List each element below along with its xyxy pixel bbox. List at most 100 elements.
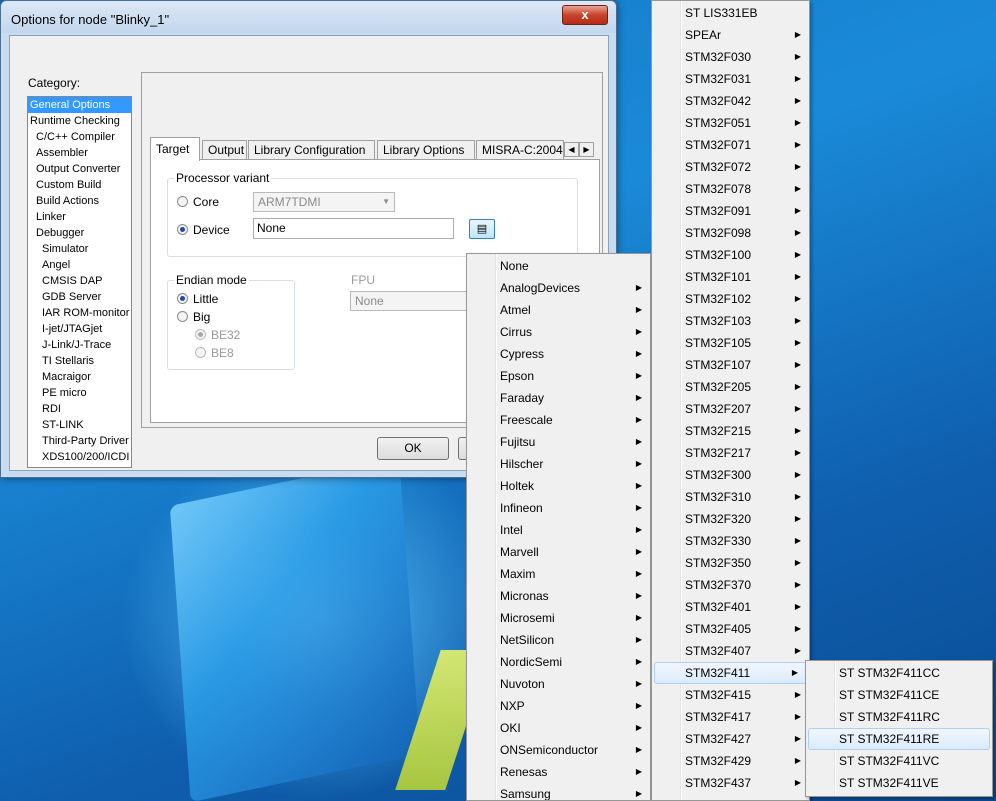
st-menu-item[interactable]: STM32F030 ▶ (652, 46, 809, 68)
vendor-menu-item[interactable]: Micronas ▶ (467, 585, 650, 607)
f411-menu-item[interactable]: ST STM32F411VC (806, 750, 992, 772)
st-menu-item[interactable]: STM32F102 ▶ (652, 288, 809, 310)
vendor-menu-item[interactable]: NetSilicon ▶ (467, 629, 650, 651)
vendor-menu-item[interactable]: Faraday ▶ (467, 387, 650, 409)
tab-library-configuration[interactable]: Library Configuration (248, 140, 375, 160)
st-menu-item[interactable]: STM32F031 ▶ (652, 68, 809, 90)
vendor-menu-item[interactable]: Samsung ▶ (467, 783, 650, 800)
category-item[interactable]: IAR ROM-monitor (28, 305, 131, 321)
vendor-menu-item[interactable]: Cypress ▶ (467, 343, 650, 365)
vendor-menu-item[interactable]: Maxim ▶ (467, 563, 650, 585)
category-item[interactable]: General Options (28, 97, 131, 113)
f411-menu-item[interactable]: ST STM32F411CE (806, 684, 992, 706)
category-list[interactable]: General Options Runtime Checking C/C++ Com… (27, 96, 132, 468)
vendor-menu-item[interactable]: Freescale ▶ (467, 409, 650, 431)
device-radio[interactable]: Device (177, 223, 230, 237)
vendor-menu-item[interactable]: Intel ▶ (467, 519, 650, 541)
vendor-menu-item[interactable]: AnalogDevices ▶ (467, 277, 650, 299)
st-menu-item[interactable]: STM32F320 ▶ (652, 508, 809, 530)
st-menu-item[interactable]: STM32F207 ▶ (652, 398, 809, 420)
st-menu-item[interactable]: STM32F310 ▶ (652, 486, 809, 508)
category-item[interactable]: Third-Party Driver (28, 433, 131, 449)
st-menu-item[interactable]: STM32F427 ▶ (652, 728, 809, 750)
vendor-menu-item[interactable]: Infineon ▶ (467, 497, 650, 519)
st-menu-item[interactable]: STM32F042 ▶ (652, 90, 809, 112)
title-bar[interactable]: Options for node "Blinky_1" x (1, 1, 616, 33)
tab-target[interactable]: Target (150, 137, 200, 161)
vendor-menu-item[interactable]: None (467, 255, 650, 277)
category-item[interactable]: Custom Build (28, 177, 131, 193)
little-radio-dot[interactable] (177, 293, 188, 304)
st-menu-item[interactable]: STM32F370 ▶ (652, 574, 809, 596)
st-menu-item[interactable]: STM32F429 ▶ (652, 750, 809, 772)
vendor-menu-item[interactable]: Atmel ▶ (467, 299, 650, 321)
tab-misra-c-2004[interactable]: MISRA-C:2004 (476, 140, 564, 160)
category-item[interactable]: CMSIS DAP (28, 273, 131, 289)
vendor-menu-item[interactable]: Cirrus ▶ (467, 321, 650, 343)
category-item[interactable]: Simulator (28, 241, 131, 257)
core-radio[interactable]: Core (177, 195, 219, 209)
st-menu-item[interactable]: STM32F405 ▶ (652, 618, 809, 640)
st-menu-item[interactable]: STM32F401 ▶ (652, 596, 809, 618)
st-menu-item[interactable]: STM32F101 ▶ (652, 266, 809, 288)
category-item[interactable]: Debugger (28, 225, 131, 241)
category-item[interactable]: J-Link/J-Trace (28, 337, 131, 353)
device-radio-dot[interactable] (177, 224, 188, 235)
st-menu-item[interactable]: STM32F051 ▶ (652, 112, 809, 134)
st-menu-item[interactable]: STM32F215 ▶ (652, 420, 809, 442)
st-menu-item[interactable]: SPEAr ▶ (652, 24, 809, 46)
st-menu-item[interactable]: STM32F107 ▶ (652, 354, 809, 376)
vendor-menu-item[interactable]: NordicSemi ▶ (467, 651, 650, 673)
big-radio-dot[interactable] (177, 311, 188, 322)
category-item[interactable]: Assembler (28, 145, 131, 161)
st-menu-item[interactable]: STM32F415 ▶ (652, 684, 809, 706)
device-select-button[interactable]: ▤ (469, 219, 495, 239)
f411-menu-item[interactable]: ST STM32F411RE (808, 728, 990, 750)
st-menu-item[interactable]: STM32F417 ▶ (652, 706, 809, 728)
vendor-menu-item[interactable]: Marvell ▶ (467, 541, 650, 563)
tab-scroll-left-button[interactable]: ◀ (564, 142, 579, 157)
category-item[interactable]: Build Actions (28, 193, 131, 209)
category-item[interactable]: RDI (28, 401, 131, 417)
category-item[interactable]: Output Converter (28, 161, 131, 177)
little-radio[interactable]: Little (177, 292, 218, 306)
vendor-menu-item[interactable]: Microsemi ▶ (467, 607, 650, 629)
st-menu-item[interactable]: STM32F105 ▶ (652, 332, 809, 354)
category-item[interactable]: C/C++ Compiler (28, 129, 131, 145)
vendor-menu-item[interactable]: Hilscher ▶ (467, 453, 650, 475)
st-menu-item[interactable]: STM32F411 ▶ (654, 662, 807, 684)
vendor-menu-item[interactable]: Epson ▶ (467, 365, 650, 387)
f411-menu-item[interactable]: ST STM32F411VE (806, 772, 992, 794)
category-item[interactable]: XDS100/200/ICDI (28, 449, 131, 465)
st-menu-item[interactable]: STM32F350 ▶ (652, 552, 809, 574)
st-menu-item[interactable]: STM32F100 ▶ (652, 244, 809, 266)
close-button[interactable]: x (562, 5, 608, 25)
st-menu-item[interactable]: STM32F205 ▶ (652, 376, 809, 398)
vendor-menu-item[interactable]: Nuvoton ▶ (467, 673, 650, 695)
category-item[interactable]: Runtime Checking (28, 113, 131, 129)
st-menu-item[interactable]: STM32F091 ▶ (652, 200, 809, 222)
vendor-menu-item[interactable]: Fujitsu ▶ (467, 431, 650, 453)
st-menu-item[interactable]: STM32F103 ▶ (652, 310, 809, 332)
vendor-menu-item[interactable]: OKI ▶ (467, 717, 650, 739)
tab-scroll-right-button[interactable]: ▶ (579, 142, 594, 157)
tab-library-options[interactable]: Library Options (377, 140, 475, 160)
st-menu-item[interactable]: ST LIS331EB (652, 2, 809, 24)
f411-menu-item[interactable]: ST STM32F411CC (806, 662, 992, 684)
f411-menu-item[interactable]: ST STM32F411RC (806, 706, 992, 728)
category-item[interactable]: Angel (28, 257, 131, 273)
st-menu-item[interactable]: STM32F098 ▶ (652, 222, 809, 244)
category-item[interactable]: ST-LINK (28, 417, 131, 433)
category-item[interactable]: PE micro (28, 385, 131, 401)
category-item[interactable]: Linker (28, 209, 131, 225)
device-textbox[interactable]: None (253, 218, 454, 239)
category-item[interactable]: TI Stellaris (28, 353, 131, 369)
st-menu-item[interactable]: STM32F072 ▶ (652, 156, 809, 178)
st-menu-item[interactable]: STM32F078 ▶ (652, 178, 809, 200)
st-menu-item[interactable]: STM32F217 ▶ (652, 442, 809, 464)
vendor-menu-item[interactable]: NXP ▶ (467, 695, 650, 717)
vendor-menu-item[interactable]: Holtek ▶ (467, 475, 650, 497)
big-radio[interactable]: Big (177, 310, 210, 324)
ok-button[interactable]: OK (377, 437, 449, 460)
vendor-menu-item[interactable]: Renesas ▶ (467, 761, 650, 783)
